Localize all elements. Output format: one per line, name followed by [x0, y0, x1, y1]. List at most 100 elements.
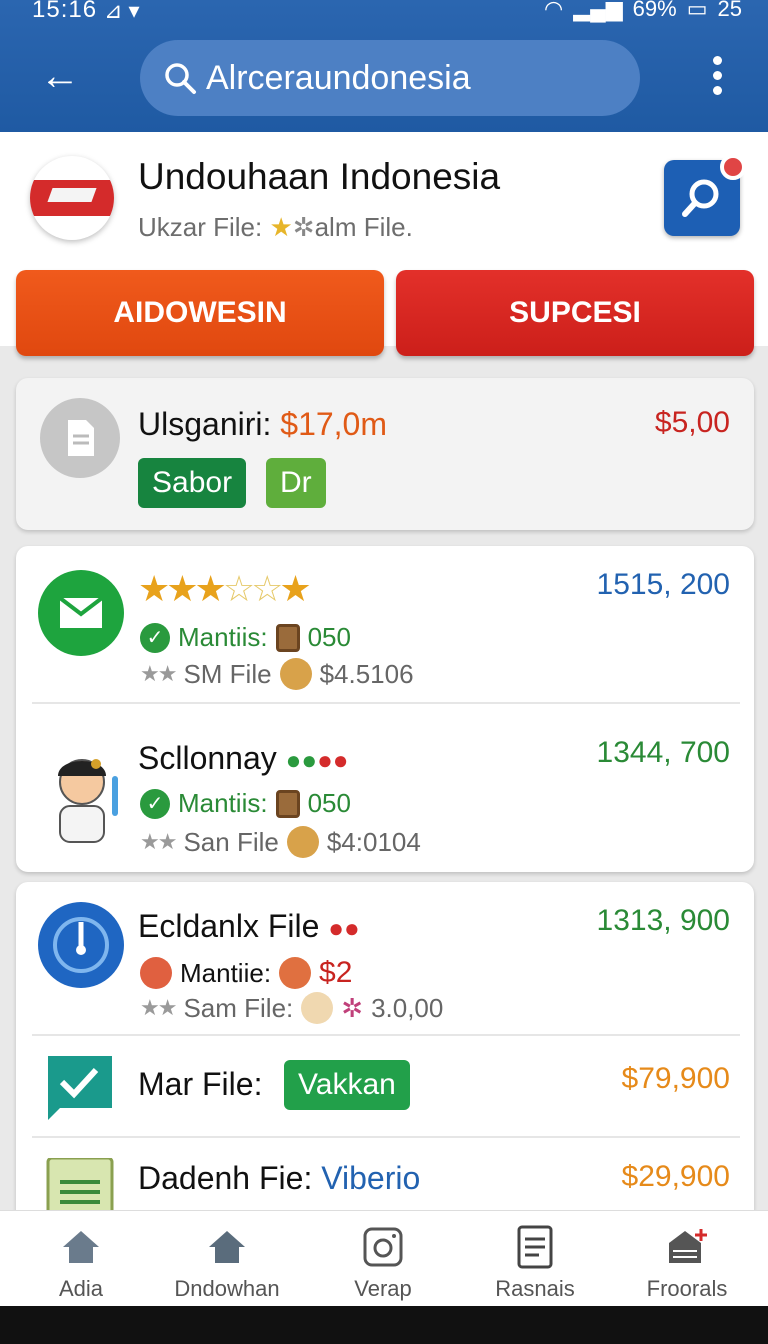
item-title-text: Dadenh Fie: [138, 1160, 313, 1196]
person-icon [140, 957, 172, 989]
line2-value: $4:0104 [326, 826, 421, 857]
star-icon: ★ [269, 212, 293, 242]
more-options-button[interactable] [702, 56, 732, 100]
line1-label: Mantiis: [178, 788, 268, 818]
face-icon [279, 658, 312, 690]
item-amount: 1313, 900 [596, 904, 730, 937]
person-icon [279, 957, 312, 989]
document-icon [517, 1225, 553, 1269]
aidowesin-button[interactable]: AIDOWESIN [16, 270, 384, 356]
search-bar[interactable]: Alrceraundonesia [140, 40, 640, 116]
face-icon [286, 826, 319, 858]
chat-check-icon [44, 1052, 116, 1124]
item-line-2: ★★ San File $4:0104 [140, 826, 421, 858]
page-title: Undouhaan Indonesia [138, 156, 501, 197]
home-icon [63, 1231, 99, 1263]
nav-adia[interactable]: Adia [6, 1211, 156, 1307]
nav-label: Rasnais [495, 1276, 575, 1301]
item-amount: $29,900 [621, 1160, 730, 1193]
timer-icon [38, 902, 124, 988]
nav-label: Froorals [646, 1276, 728, 1301]
avatar-icon [40, 734, 130, 844]
nav-dndowhan[interactable]: Dndowhan [152, 1211, 302, 1307]
line2-label: SM File [183, 658, 272, 689]
item-line-2: ★★ SM File $4.5106 [140, 658, 414, 690]
find-button[interactable] [664, 154, 746, 236]
system-navigation-bar [0, 1306, 768, 1344]
gear-icon: ✲ [341, 992, 364, 1023]
search-icon [165, 63, 196, 94]
notification-dot [720, 154, 746, 180]
item-amount: 1344, 700 [596, 736, 730, 769]
item-title: Ecldanlx File ●● [138, 908, 360, 945]
item-line-1: ✓ Mantiis: 050 [140, 622, 351, 653]
document-icon [40, 398, 120, 478]
nav-label: Verap [354, 1276, 412, 1301]
divider [32, 1034, 740, 1036]
magnifier-icon [682, 179, 719, 217]
arrow-left-icon: ← [40, 54, 80, 98]
item-amount: $79,900 [621, 1062, 730, 1095]
badges-icon: ●● [328, 913, 360, 943]
nav-froorals[interactable]: Froorals [612, 1211, 762, 1307]
item-title: Dadenh Fie: Viberio [138, 1160, 420, 1197]
summary-label: Ulsganiri: [138, 406, 272, 442]
item-title: Mar File: [138, 1066, 263, 1102]
item-title-value: Viberio [321, 1160, 421, 1196]
divider [32, 1136, 740, 1138]
divider [32, 702, 740, 704]
box-icon [275, 623, 300, 652]
nav-label: Adia [58, 1276, 104, 1301]
line2-value: 3.0,00 [371, 992, 444, 1023]
check-icon: ✓ [140, 788, 170, 819]
battery-icon: ▭ [686, 0, 708, 21]
rating-stars: ★★★☆☆★ [138, 568, 312, 609]
summary-value: $17,0m [280, 406, 387, 442]
item-line-1: Mantiie: $2 [140, 956, 352, 990]
summary-amount: $5,00 [654, 406, 730, 439]
nav-verap[interactable]: Verap [308, 1211, 458, 1307]
box-icon [275, 789, 300, 818]
item-title-text: Ecldanlx File [138, 908, 320, 944]
line2-label: San File [183, 826, 279, 857]
home-icon [209, 1231, 245, 1263]
line1-label: Mantiie: [180, 957, 272, 988]
app-bar: 15:16 ⊿ ▾ ◠ ▂▄▆ 69% ▭ 25 ← Alrceraundone… [0, 0, 768, 132]
page-header: Undouhaan Indonesia Ukzar File: ★✲alm Fi… [0, 132, 768, 356]
gear-icon: ✲ [292, 212, 315, 242]
item-title: Scllonnay ●●●● [138, 740, 348, 777]
supcesi-button[interactable]: SUPCESI [396, 270, 754, 356]
summary-card[interactable]: Ulsganiri: $17,0m $5,00 Sabor Dr [16, 378, 754, 530]
item-title-text: Scllonnay [138, 740, 277, 776]
line1-label: Mantiis: [178, 622, 268, 652]
item-amount: 1515, 200 [596, 568, 730, 601]
vakkan-tag[interactable]: Vakkan [284, 1060, 410, 1110]
page-subtitle: Ukzar File: ★✲alm File. [138, 212, 413, 243]
dr-tag[interactable]: Dr [266, 458, 326, 508]
status-extra: 25 [717, 0, 742, 21]
status-time: 15:16 [32, 0, 98, 23]
mail-icon [38, 570, 124, 656]
search-query[interactable]: Alrceraundonesia [206, 59, 471, 98]
status-bar: 15:16 ⊿ ▾ ◠ ▂▄▆ 69% ▭ 25 [0, 0, 768, 24]
badges-red-icon: ●● [317, 745, 349, 775]
signal-icon: ▂▄▆ [573, 0, 623, 21]
nav-rasnais[interactable]: Rasnais [460, 1211, 610, 1307]
camera-icon [363, 1227, 403, 1267]
status-right: ◠ ▂▄▆ 69% ▭ 25 [544, 0, 742, 22]
bottom-navigation: Adia Dndowhan Verap Rasnais Froorals [0, 1210, 768, 1306]
item-line-2: ★★ Sam File: ✲ 3.0,00 [140, 992, 443, 1024]
check-icon: ✓ [140, 622, 170, 653]
sabor-tag[interactable]: Sabor [138, 458, 247, 508]
line2-label: Sam File: [183, 992, 294, 1023]
line1-value: $2 [319, 956, 353, 989]
battery-percent: 69% [632, 0, 677, 21]
back-button[interactable]: ← [34, 50, 86, 102]
wifi-icon: ◠ [544, 0, 564, 21]
file-list-card: ★★★☆☆★ 1515, 200 ✓ Mantiis: 050 ★★ SM Fi… [16, 546, 754, 872]
badges-icon: ●● [285, 745, 318, 775]
line2-value: $4.5106 [319, 658, 414, 689]
summary-title: Ulsganiri: $17,0m [138, 406, 387, 443]
bookmark-add-icon [669, 1229, 707, 1263]
stars-icon: ★★ [140, 995, 177, 1020]
